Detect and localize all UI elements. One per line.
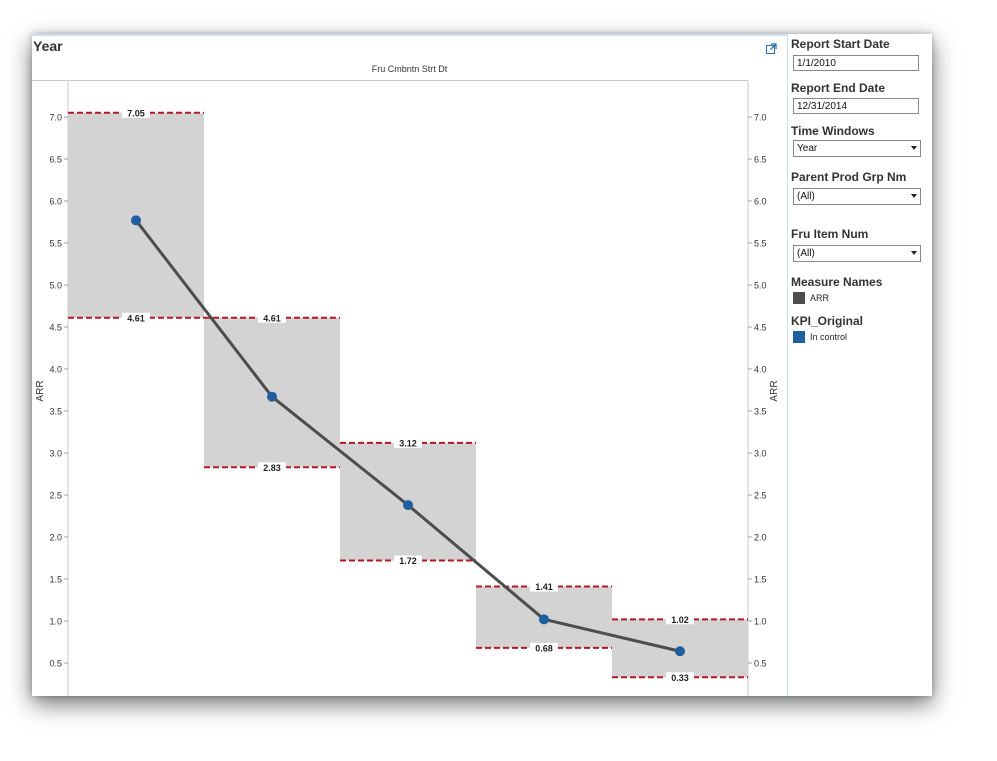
legend-swatch-in-control xyxy=(793,331,805,343)
y-tick-label-right: 6.0 xyxy=(754,197,767,207)
time-windows-value: Year xyxy=(797,143,818,154)
y-tick-label-right: 0.5 xyxy=(754,659,767,669)
lower-limit-label: 4.61 xyxy=(127,313,145,323)
upper-limit-label: 1.41 xyxy=(535,582,553,592)
y-tick-label: 2.5 xyxy=(49,491,62,501)
y-tick-label-right: 5.0 xyxy=(754,281,767,291)
fru-item-num-label: Fru Item Num xyxy=(791,227,869,241)
arr-control-chart: 7.05 4.61 4.61 2.83 3.12 1.72 1.41 0.68 1.02 0.33… xyxy=(35,81,780,696)
measure-names-legend-title: Measure Names xyxy=(791,275,883,289)
chevron-down-icon xyxy=(911,194,917,198)
parent-prod-grp-nm-dropdown[interactable]: (All) xyxy=(793,188,921,205)
kpi-original-legend-title: KPI_Original xyxy=(791,314,864,328)
chart-area: Year Fru Cmbntn Strt Dt 7.05 4.61 4.61 2.83… xyxy=(32,34,787,696)
report-end-date-field[interactable]: 12/31/2014 xyxy=(793,98,919,114)
chevron-down-icon xyxy=(911,146,917,150)
y-tick-label: 3.0 xyxy=(49,449,62,459)
chevron-down-icon xyxy=(911,251,917,255)
arr-data-point xyxy=(403,500,413,511)
arr-data-point xyxy=(539,614,549,625)
lower-limit-label: 2.83 xyxy=(263,463,281,473)
y-tick-label-right: 1.5 xyxy=(754,575,767,585)
y-tick-label-right: 3.0 xyxy=(754,449,767,459)
upper-limit-label: 4.61 xyxy=(263,313,281,323)
y-tick-label: 3.5 xyxy=(49,407,62,417)
legend-label-in-control: In control xyxy=(810,332,848,342)
time-windows-label: Time Windows xyxy=(791,124,875,138)
time-windows-dropdown[interactable]: Year xyxy=(793,140,921,157)
y-tick-label-right: 1.0 xyxy=(754,617,767,627)
y-tick-label-right: 4.0 xyxy=(754,365,767,375)
dashboard-frame: Year Fru Cmbntn Strt Dt 7.05 4.61 4.61 2.83… xyxy=(32,34,932,696)
y-tick-label-right: 2.5 xyxy=(754,491,767,501)
y-tick-label: 6.0 xyxy=(49,197,62,207)
parent-prod-grp-nm-value: (All) xyxy=(797,191,815,202)
y-axis-title-right: ARR xyxy=(769,380,780,401)
report-start-date-label: Report Start Date xyxy=(791,37,890,51)
y-tick-label: 4.5 xyxy=(49,323,62,333)
y-tick-label: 2.0 xyxy=(49,533,62,543)
lower-limit-label: 0.68 xyxy=(535,643,553,653)
legend-swatch-arr xyxy=(793,292,805,304)
y-axis-title: ARR xyxy=(35,380,46,401)
arr-data-point xyxy=(267,391,277,402)
parent-prod-grp-nm-label: Parent Prod Grp Nm xyxy=(791,170,907,184)
y-tick-label: 1.0 xyxy=(49,617,62,627)
filter-panel: Report Start Date 1/1/2010 Report End Da… xyxy=(789,34,932,696)
y-tick-label-right: 5.5 xyxy=(754,239,767,249)
y-tick-label: 7.0 xyxy=(49,113,62,123)
legend-label-arr: ARR xyxy=(810,293,830,303)
panel-divider xyxy=(787,34,788,696)
y-tick-label-right: 6.5 xyxy=(754,155,767,165)
upper-limit-label: 3.12 xyxy=(399,438,417,448)
lower-limit-label: 0.33 xyxy=(671,673,689,683)
y-tick-label: 5.0 xyxy=(49,281,62,291)
y-tick-label: 5.5 xyxy=(49,239,62,249)
arr-data-point xyxy=(131,215,141,226)
y-tick-label: 1.5 xyxy=(49,575,62,585)
y-tick-label: 4.0 xyxy=(49,365,62,375)
control-band xyxy=(68,112,204,318)
upper-limit-label: 1.02 xyxy=(671,615,689,625)
report-end-date-label: Report End Date xyxy=(791,81,886,95)
y-tick-label-right: 7.0 xyxy=(754,113,767,123)
fru-item-num-dropdown[interactable]: (All) xyxy=(793,245,921,262)
y-tick-label-right: 4.5 xyxy=(754,323,767,333)
report-start-date-field[interactable]: 1/1/2010 xyxy=(793,55,919,71)
upper-limit-label: 7.05 xyxy=(127,108,145,118)
y-tick-label-right: 2.0 xyxy=(754,533,767,543)
fru-item-num-value: (All) xyxy=(797,248,815,259)
arr-data-point xyxy=(675,646,685,657)
y-tick-label: 0.5 xyxy=(49,659,62,669)
y-tick-label-right: 3.5 xyxy=(754,407,767,417)
y-tick-label: 6.5 xyxy=(49,155,62,165)
lower-limit-label: 1.72 xyxy=(399,556,417,566)
